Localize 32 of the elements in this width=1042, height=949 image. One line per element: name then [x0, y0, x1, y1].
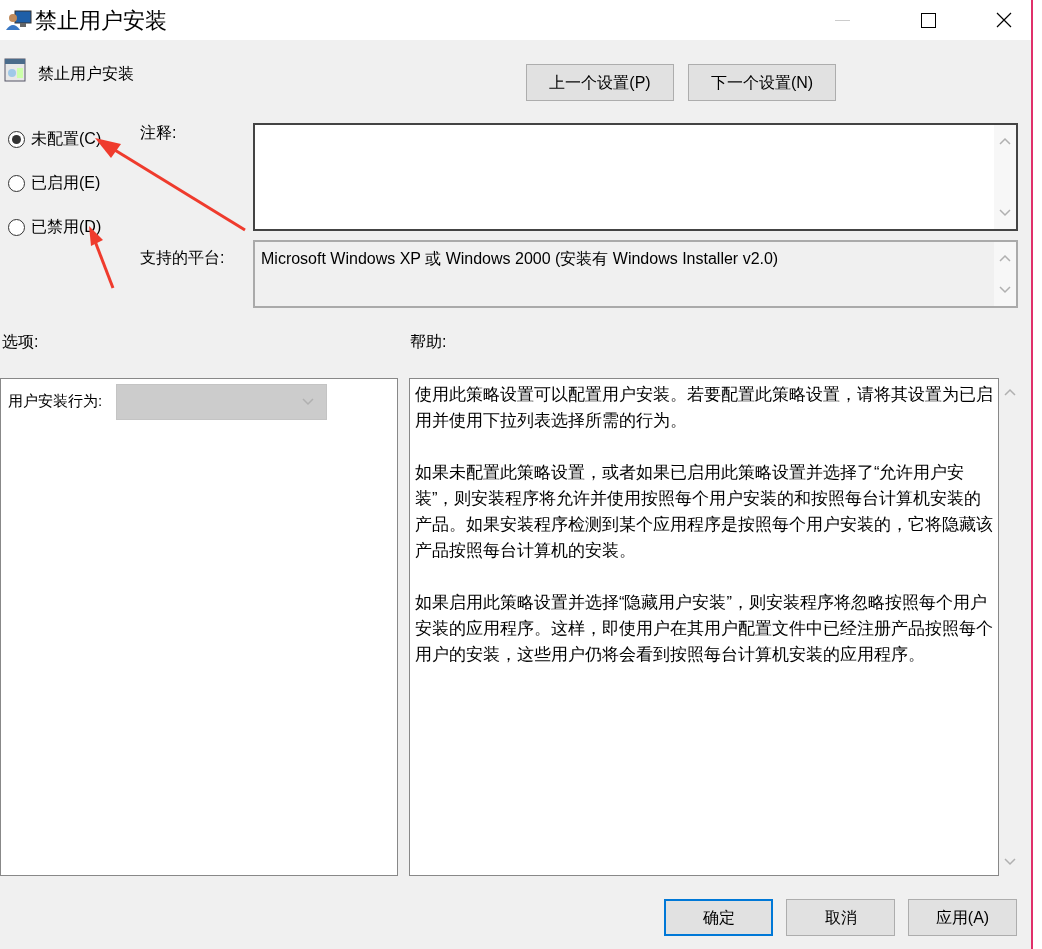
dropdown-label: 用户安装行为:	[8, 391, 103, 411]
radio-label: 已启用(E)	[31, 173, 101, 193]
help-paragraph: 使用此策略设置可以配置用户安装。若要配置此策略设置，请将其设置为已启用并使用下拉列表选择所需的行为。	[415, 384, 994, 431]
next-setting-button[interactable]: 下一个设置(N)	[688, 64, 836, 101]
dropdown-chevron-icon	[302, 398, 315, 406]
dialog-button[interactable]: 应用(A)	[908, 899, 1017, 936]
policy-title: 禁止用户安装	[38, 64, 134, 84]
comment-field[interactable]	[253, 123, 1018, 231]
policy-icon	[4, 58, 26, 82]
scroll-up-icon	[999, 137, 1011, 145]
computer-user-icon	[6, 9, 32, 31]
radio-label: 未配置(C)	[31, 129, 102, 149]
radio-button[interactable]	[8, 218, 25, 236]
scroll-down-icon	[999, 286, 1011, 294]
window-title: 禁止用户安装	[35, 6, 167, 35]
dialog-button[interactable]: 取消	[786, 899, 895, 936]
scroll-down-icon	[1003, 858, 1016, 866]
close-icon	[996, 12, 1012, 28]
help-paragraph: 如果未配置此策略设置，或者如果已启用此策略设置并选择了“允许用户安装”，则安装程序将允许并使用按照每个用户安装的和按照每台计算机安装的产品。如果安装程序检测到某个应用程序是按照每个用户安装的，它将隐藏该产品按照每台计算机的安装。	[415, 462, 994, 561]
radio-button[interactable]	[8, 174, 25, 192]
scroll-up-icon	[1003, 388, 1016, 396]
help-label: 帮助:	[410, 332, 447, 352]
platform-field: Microsoft Windows XP 或 Windows 2000 (安装有 Windows Installer v2.0)	[253, 240, 1018, 308]
dialog-button[interactable]: 确定	[664, 899, 773, 936]
options-label: 选项:	[1, 332, 40, 352]
platform-label: 支持的平台:	[140, 248, 226, 268]
scroll-down-icon	[999, 209, 1011, 217]
radio-button[interactable]	[8, 130, 25, 148]
previous-setting-button[interactable]: 上一个设置(P)	[526, 64, 674, 101]
comment-label: 注释:	[140, 123, 178, 143]
scroll-up-icon	[999, 254, 1011, 262]
help-paragraph: 如果启用此策略设置并选择“隐藏用户安装”，则安装程序将忽略按照每个用户安装的应用程序。这样，即使用户在其用户配置文件中已经注册产品按照每个用户的安装，这些用户仍将会看到按照每台计算机安装的应用程序。	[415, 592, 994, 665]
